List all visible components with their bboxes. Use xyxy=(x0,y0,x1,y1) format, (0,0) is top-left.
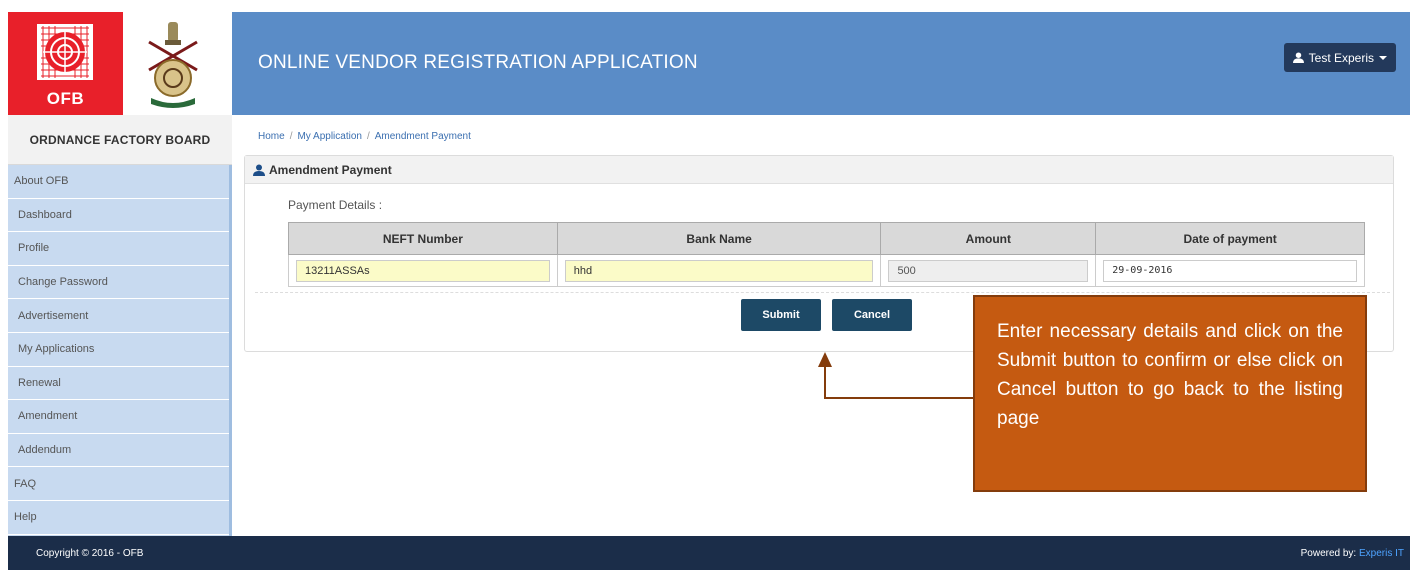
sidebar-item-about-ofb[interactable]: About OFB xyxy=(8,165,232,199)
date-of-payment-input[interactable]: 29-09-2016 xyxy=(1103,259,1357,282)
payment-table: NEFT Number Bank Name Amount Date of pay… xyxy=(288,222,1365,287)
cancel-button[interactable]: Cancel xyxy=(832,299,912,331)
column-header-neft-number: NEFT Number xyxy=(288,222,558,255)
divider xyxy=(255,292,1390,293)
sidebar-item-profile[interactable]: Profile xyxy=(8,232,232,266)
table-row: 13211ASSAs hhd 500 29-09-2016 xyxy=(288,254,1365,287)
bank-name-input[interactable]: hhd xyxy=(564,259,874,282)
sidebar-item-dashboard[interactable]: Dashboard xyxy=(8,198,232,233)
sidebar-item-my-applications[interactable]: My Applications xyxy=(8,332,232,367)
instruction-callout: Enter necessary details and click on the… xyxy=(973,295,1367,492)
neft-number-input[interactable]: 13211ASSAs xyxy=(296,259,550,282)
national-emblem-icon xyxy=(148,22,198,108)
panel-header: Amendment Payment xyxy=(245,156,1393,184)
breadcrumb-home[interactable]: Home xyxy=(258,131,285,142)
sidebar-item-renewal[interactable]: Renewal xyxy=(8,366,232,401)
logo-area: OFB xyxy=(8,12,232,115)
sidebar-item-addendum[interactable]: Addendum xyxy=(8,433,232,468)
footer: Copyright © 2016 - OFB Powered by: Exper… xyxy=(8,536,1410,570)
column-header-bank-name: Bank Name xyxy=(556,222,882,255)
powered-by: Powered by: Experis IT xyxy=(1301,548,1404,559)
top-header: OFB ONLINE VENDOR REGISTRATION APPLICATI… xyxy=(8,12,1410,115)
ofb-target-logo-icon xyxy=(37,24,93,80)
panel-title: Amendment Payment xyxy=(269,162,392,177)
experis-link[interactable]: Experis IT xyxy=(1359,548,1404,559)
app-title: ONLINE VENDOR REGISTRATION APPLICATION xyxy=(258,52,698,73)
sidebar-title: ORDNANCE FACTORY BOARD xyxy=(8,115,232,165)
caret-down-icon xyxy=(1379,55,1387,60)
submit-button[interactable]: Submit xyxy=(741,299,821,331)
breadcrumb: Home / My Application / Amendment Payment xyxy=(258,131,471,142)
sidebar-item-change-password[interactable]: Change Password xyxy=(8,265,232,300)
breadcrumb-my-application[interactable]: My Application xyxy=(297,131,361,142)
sidebar-item-advertisement[interactable]: Advertisement xyxy=(8,299,232,333)
sidebar-item-faq[interactable]: FAQ xyxy=(8,467,232,501)
ofb-logo-text: OFB xyxy=(46,89,85,108)
sidebar: ORDNANCE FACTORY BOARD About OFB Dashboa… xyxy=(8,115,232,536)
table-header-row: NEFT Number Bank Name Amount Date of pay… xyxy=(288,222,1365,255)
payment-details-label: Payment Details : xyxy=(288,198,383,212)
column-header-date-of-payment: Date of payment xyxy=(1095,222,1365,255)
sidebar-item-help[interactable]: Help xyxy=(8,500,232,535)
ofb-logo[interactable]: OFB xyxy=(8,12,123,115)
user-icon xyxy=(1292,52,1304,63)
user-icon xyxy=(253,164,265,176)
breadcrumb-amendment-payment[interactable]: Amendment Payment xyxy=(375,131,471,142)
sidebar-edge xyxy=(229,165,232,536)
user-name: Test Experis xyxy=(1308,50,1374,65)
sidebar-item-amendment[interactable]: Amendment xyxy=(8,400,232,434)
copyright-text: Copyright © 2016 - OFB xyxy=(36,547,144,559)
amount-field: 500 xyxy=(888,259,1089,282)
powered-by-label: Powered by: xyxy=(1300,547,1359,559)
column-header-amount: Amount xyxy=(880,222,1097,255)
user-menu-button[interactable]: Test Experis xyxy=(1283,43,1396,72)
